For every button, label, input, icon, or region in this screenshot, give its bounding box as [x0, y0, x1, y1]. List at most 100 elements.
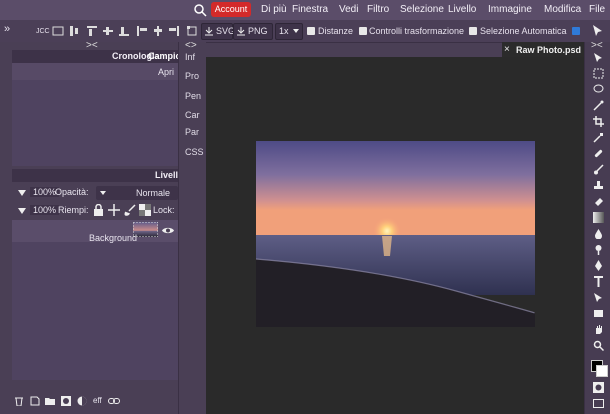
document-image[interactable] — [256, 141, 535, 327]
screen-mode-icon[interactable] — [593, 398, 604, 409]
align-bottom-icon[interactable] — [118, 25, 130, 37]
menu-finestra[interactable]: Finestra — [292, 4, 328, 15]
distanze-checkbox[interactable] — [307, 27, 315, 35]
menu-di-piu[interactable]: Di più — [261, 4, 287, 15]
lasso-tool-icon[interactable] — [593, 84, 604, 95]
text-tool-icon[interactable] — [593, 276, 604, 287]
account-button[interactable]: Account — [211, 2, 251, 17]
fill-dropdown-icon[interactable] — [18, 208, 26, 214]
path-select-tool-icon[interactable] — [593, 292, 604, 303]
export-png-button[interactable]: PNG — [233, 23, 273, 40]
transform-icon[interactable] — [186, 25, 198, 37]
collapse-left-button[interactable]: » — [4, 23, 10, 35]
opacity-dropdown-icon[interactable] — [18, 190, 26, 196]
background-color-swatch[interactable] — [596, 365, 608, 377]
shape-tool-icon[interactable] — [593, 308, 604, 319]
menu-bar: Account Di più Finestra Vedi Filtro Sele… — [0, 0, 610, 20]
selezione-auto-checked[interactable] — [572, 27, 580, 35]
move-tool-icon[interactable] — [591, 24, 604, 37]
tools-bar: >< — [584, 40, 610, 414]
hand-tool-icon[interactable] — [593, 324, 604, 335]
search-icon[interactable] — [193, 3, 207, 17]
controlli-checkbox[interactable] — [359, 27, 367, 35]
menu-selezione[interactable]: Selezione — [400, 4, 444, 15]
history-item-apri[interactable]: Apri — [158, 67, 174, 77]
tab-inf[interactable]: Inf — [185, 52, 195, 62]
zoom-select[interactable]: 1x — [275, 23, 303, 40]
layers-list: Background — [12, 220, 178, 380]
export-png-label: PNG — [248, 26, 268, 36]
tab-css[interactable]: CSS — [185, 147, 204, 157]
tab-pen[interactable]: Pen — [185, 91, 201, 101]
blend-mode-select[interactable]: Normale — [96, 186, 178, 200]
document-tab[interactable]: × Raw Photo.psd — [502, 42, 584, 57]
align-middle-icon[interactable] — [102, 25, 114, 37]
left-panel: >< Cronologia Campioni Apri Livelli Norm… — [0, 40, 189, 414]
eraser-tool-icon[interactable] — [593, 196, 604, 207]
marquee-tool-icon[interactable] — [593, 68, 604, 79]
blend-mode-value: Normale — [136, 188, 171, 198]
lock-icon[interactable] — [93, 204, 104, 216]
layer-name[interactable]: Background — [89, 233, 137, 243]
download-icon — [237, 27, 245, 36]
eyedropper-tool-icon[interactable] — [593, 132, 604, 143]
link-icon[interactable] — [108, 397, 120, 405]
magic-wand-tool-icon[interactable] — [593, 100, 604, 111]
side-panel-tabs: <> Inf Pro Pen Car Par CSS — [178, 40, 206, 414]
effects-button[interactable]: eff — [93, 396, 102, 405]
tab-car[interactable]: Car — [185, 110, 200, 120]
eye-icon[interactable] — [162, 226, 174, 235]
layer-row[interactable]: Background — [12, 220, 178, 243]
selezione-auto-checkbox[interactable] — [469, 27, 477, 35]
folder-icon[interactable] — [45, 396, 55, 406]
clone-stamp-tool-icon[interactable] — [593, 180, 604, 191]
tab-livelli[interactable]: Livelli — [155, 170, 181, 180]
transparency-lock-icon[interactable] — [139, 204, 151, 216]
mask-icon[interactable] — [61, 396, 71, 406]
canvas-area[interactable] — [206, 57, 584, 414]
align-center-icon[interactable] — [152, 25, 164, 37]
blur-tool-icon[interactable] — [593, 228, 604, 239]
crop-tool-icon[interactable] — [593, 116, 604, 127]
brush-tool-icon[interactable] — [593, 164, 604, 175]
toolbar-collapse-icon[interactable]: >< — [591, 40, 603, 51]
menu-vedi[interactable]: Vedi — [339, 4, 358, 15]
new-layer-icon[interactable] — [30, 396, 40, 406]
jcc-label: JCC — [36, 28, 50, 35]
align-icon[interactable] — [52, 25, 64, 37]
gradient-tool-icon[interactable] — [593, 212, 604, 223]
healing-tool-icon[interactable] — [593, 148, 604, 159]
tab-par[interactable]: Par — [185, 127, 199, 137]
history-list: Apri — [12, 63, 178, 166]
distribute-icon[interactable] — [68, 25, 80, 37]
download-icon — [205, 27, 213, 36]
close-icon[interactable]: × — [504, 44, 510, 55]
zoom-tool-icon[interactable] — [593, 340, 604, 351]
menu-filtro[interactable]: Filtro — [367, 4, 389, 15]
align-left-icon[interactable] — [136, 25, 148, 37]
quick-mask-icon[interactable] — [593, 382, 604, 393]
distanze-label: Distanze — [318, 26, 354, 36]
pen-tool-icon[interactable] — [593, 260, 604, 271]
menu-modifica[interactable]: Modifica — [544, 4, 581, 15]
chevron-down-icon — [100, 191, 106, 195]
dodge-tool-icon[interactable] — [593, 244, 604, 255]
selezione-auto-label: Selezione Automatica — [480, 26, 567, 36]
chevron-down-icon — [293, 29, 299, 33]
adjust-icon[interactable] — [77, 396, 87, 406]
align-right-icon[interactable] — [168, 25, 180, 37]
history-tabs: Cronologia Campioni — [12, 50, 189, 63]
move-lock-icon[interactable] — [108, 204, 120, 216]
fill-value[interactable]: 100% — [30, 205, 60, 215]
tab-pro[interactable]: Pro — [185, 71, 199, 81]
move-tool-icon[interactable] — [593, 52, 604, 63]
align-top-icon[interactable] — [86, 25, 98, 37]
menu-immagine[interactable]: Immagine — [488, 4, 532, 15]
menu-file[interactable]: File — [589, 4, 605, 15]
brush-lock-icon[interactable] — [124, 204, 136, 216]
export-svg-button[interactable]: SVG — [201, 23, 235, 40]
zoom-value: 1x — [279, 26, 289, 36]
delete-icon[interactable] — [14, 396, 24, 406]
menu-livello[interactable]: Livello — [448, 4, 476, 15]
sidecol-collapse-icon[interactable]: <> — [185, 40, 197, 51]
